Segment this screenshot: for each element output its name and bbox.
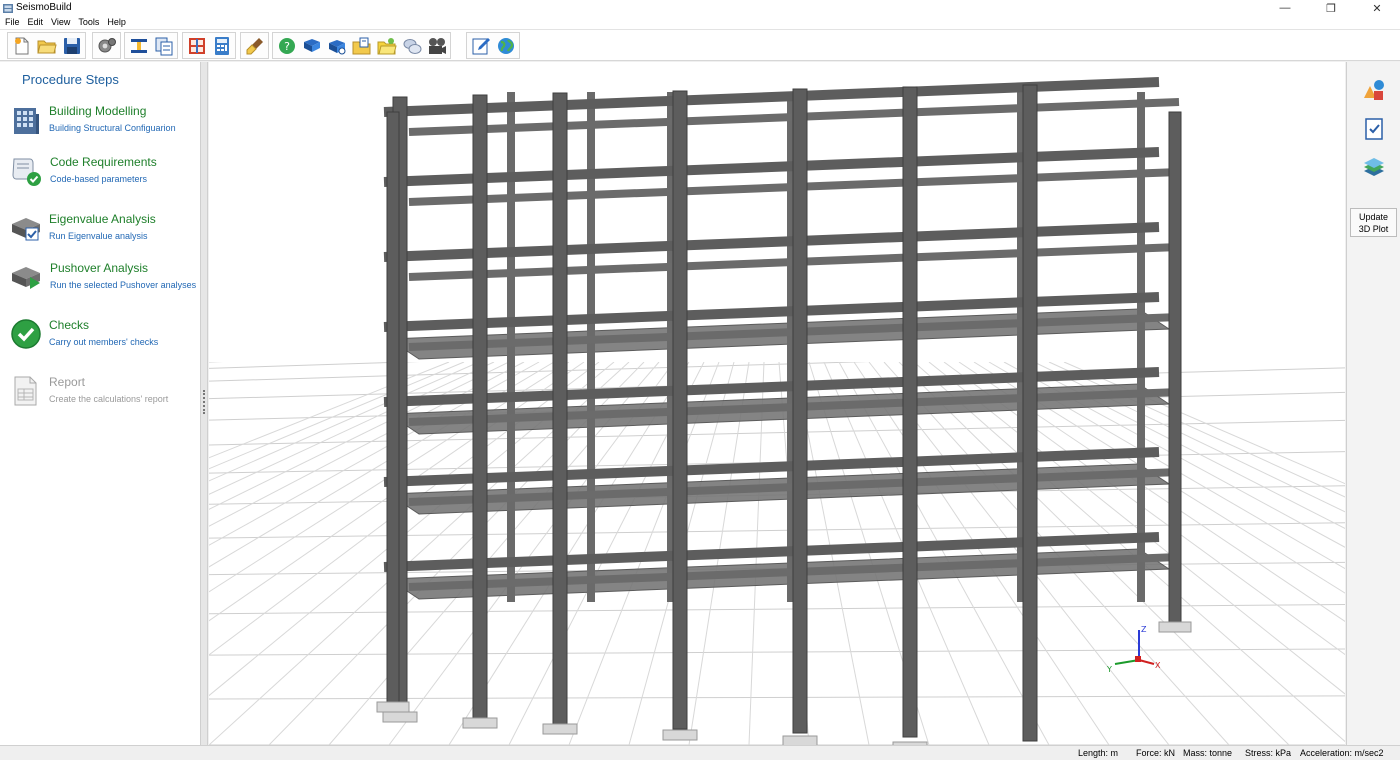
toolbar-group-web <box>466 32 520 59</box>
calculator-icon[interactable] <box>210 35 233 57</box>
3d-viewport[interactable]: Z X Y <box>209 62 1345 745</box>
acceleration-unit: Acceleration: m/sec2 <box>1300 748 1384 758</box>
folder-docs-icon[interactable] <box>350 35 373 57</box>
machine-check-icon <box>12 218 40 241</box>
restore-button[interactable]: ❐ <box>1308 0 1354 16</box>
step-title: Report <box>49 375 86 389</box>
open-folder-icon[interactable] <box>35 35 58 57</box>
checklist-icon[interactable] <box>1362 117 1386 141</box>
globe-web-icon[interactable] <box>494 35 517 57</box>
3d-plot-label: 3D Plot <box>1358 224 1389 234</box>
axis-y-label: Y <box>1106 665 1112 674</box>
step-description: Create the calculations' report <box>49 394 169 404</box>
settings-gears-icon[interactable] <box>95 35 118 57</box>
axis-triad: Z X Y <box>1106 625 1161 674</box>
step-title: Code Requirements <box>50 155 157 169</box>
machine-play-icon <box>12 267 40 289</box>
menu-tools[interactable]: Tools <box>75 16 102 29</box>
length-unit: Length: m <box>1078 748 1119 758</box>
beam-section-icon[interactable] <box>127 35 150 57</box>
step-description: Carry out members' checks <box>49 337 159 347</box>
shapes-3d-icon[interactable] <box>1362 78 1386 102</box>
close-button[interactable]: ✕ <box>1354 0 1400 16</box>
step-title: Eigenvalue Analysis <box>49 212 156 226</box>
step-description: Run the selected Pushover analyses <box>50 280 197 290</box>
menu-help[interactable]: Help <box>104 16 129 29</box>
scroll-check-icon <box>12 158 41 186</box>
step-code-requirements[interactable]: Code Requirements Code-based parameters <box>0 155 200 205</box>
menu-edit[interactable]: Edit <box>25 16 47 29</box>
brush-clean-icon[interactable] <box>243 35 266 57</box>
report-document-icon <box>14 376 37 406</box>
svg-text:?: ? <box>284 40 290 53</box>
status-bar: Length: m Force: kN Mass: tonne Stress: … <box>0 745 1400 760</box>
mass-unit: Mass: tonne <box>1183 748 1233 758</box>
green-check-icon <box>11 319 41 349</box>
force-unit: Force: kN <box>1136 748 1176 758</box>
step-title: Pushover Analysis <box>50 261 149 275</box>
help-icon[interactable]: ? <box>275 35 298 57</box>
column-footings <box>376 621 1192 745</box>
step-description: Building Structural Configuarion <box>49 123 176 133</box>
copy-sections-icon[interactable] <box>152 35 175 57</box>
step-pushover-analysis[interactable]: Pushover Analysis Run the selected Pusho… <box>0 261 200 311</box>
toolbar-group-file <box>7 32 86 59</box>
procedure-steps-title: Procedure Steps <box>22 72 119 87</box>
axis-x-label: X <box>1155 661 1161 670</box>
toolbar-group-clean <box>240 32 269 59</box>
splitter-grip-icon[interactable] <box>203 390 205 414</box>
title-bar: SeismoBuild — ❐ ✕ <box>0 0 1400 16</box>
menu-view[interactable]: View <box>48 16 73 29</box>
building-icon <box>14 108 39 134</box>
panel-splitter[interactable] <box>201 62 208 745</box>
toolbar-group-model <box>182 32 236 59</box>
step-description: Code-based parameters <box>50 174 148 184</box>
stress-unit: Stress: kPa <box>1245 748 1292 758</box>
update-label: Update <box>1358 212 1389 222</box>
step-title: Building Modelling <box>49 104 147 118</box>
app-logo-icon <box>3 4 13 13</box>
toolbar-group-settings <box>92 32 121 59</box>
menu-file[interactable]: File <box>2 16 23 29</box>
speech-bubbles-icon[interactable] <box>400 35 423 57</box>
toolbar: ? <box>0 29 1400 61</box>
book-guide-icon[interactable] <box>325 35 348 57</box>
window-title: SeismoBuild <box>16 2 72 13</box>
toolbar-group-sections <box>124 32 178 59</box>
minimize-button[interactable]: — <box>1262 0 1308 16</box>
view-tools-panel: Update 3D Plot <box>1346 62 1400 745</box>
toolbar-group-help: ? <box>272 32 451 59</box>
frame-model-icon[interactable] <box>185 35 208 57</box>
film-video-icon[interactable] <box>425 35 448 57</box>
3d-building-model[interactable]: Z X Y <box>209 62 1345 745</box>
new-file-icon[interactable] <box>10 35 33 57</box>
procedure-steps-panel: Procedure Steps Building Modelling Build… <box>0 62 201 745</box>
step-title: Checks <box>49 318 90 332</box>
menu-bar: File Edit View Tools Help <box>0 16 1400 29</box>
book-manual-icon[interactable] <box>300 35 323 57</box>
save-disk-icon[interactable] <box>60 35 83 57</box>
edit-pencil-icon[interactable] <box>469 35 492 57</box>
step-building-modelling[interactable]: Building Modelling Building Structural C… <box>0 104 200 154</box>
update-3d-plot-button[interactable]: Update 3D Plot <box>1350 208 1397 237</box>
step-checks[interactable]: Checks Carry out members' checks <box>0 318 200 368</box>
step-description: Run Eigenvalue analysis <box>49 231 148 241</box>
folder-examples-icon[interactable] <box>375 35 398 57</box>
axis-z-label: Z <box>1141 625 1147 634</box>
layers-icon[interactable] <box>1362 156 1386 180</box>
step-report: Report Create the calculations' report <box>0 375 200 425</box>
axis-origin-icon <box>1135 656 1141 662</box>
step-eigenvalue-analysis[interactable]: Eigenvalue Analysis Run Eigenvalue analy… <box>0 212 200 262</box>
